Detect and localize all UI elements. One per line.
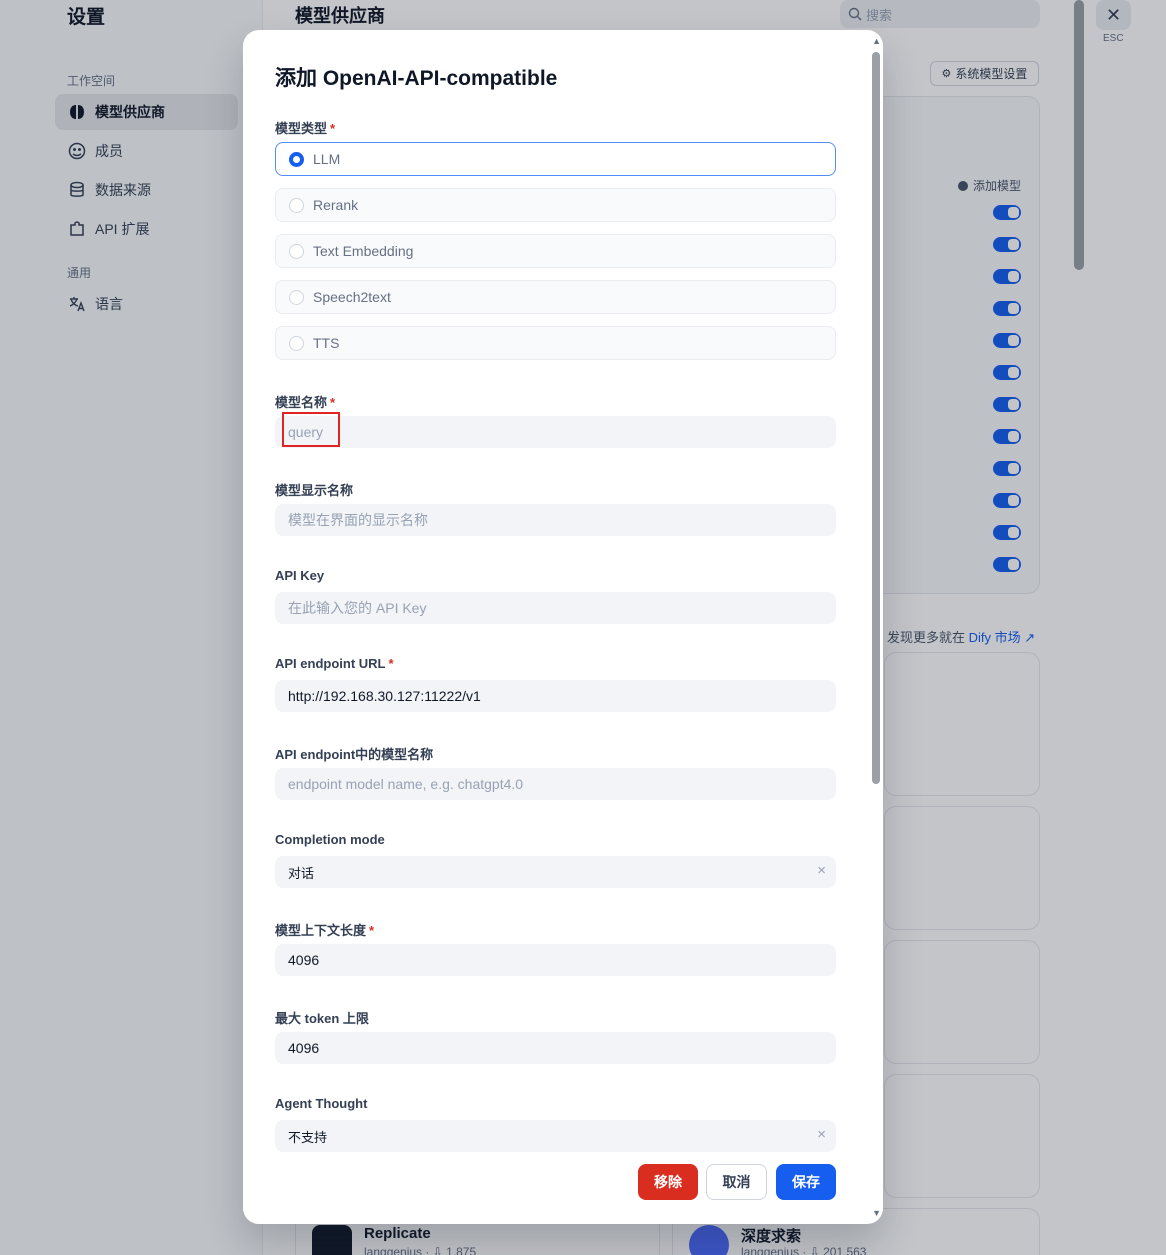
agent-thought-label: Agent Thought [275, 1096, 368, 1111]
radio-checked-icon [289, 151, 304, 167]
radio-unchecked-icon [289, 197, 304, 213]
context-length-label: 模型上下文长度 * [275, 923, 375, 938]
model-type-label: 模型类型 * [275, 121, 336, 136]
radio-rerank[interactable]: Rerank [275, 188, 836, 222]
display-name-input[interactable]: 模型在界面的显示名称 [275, 504, 836, 536]
completion-mode-select[interactable]: 对话 × [275, 856, 836, 888]
max-tokens-input[interactable]: 4096 [275, 1032, 836, 1064]
endpoint-url-label: API endpoint URL * [275, 656, 394, 671]
endpoint-url-input[interactable]: http://192.168.30.127:11222/v1 [275, 680, 836, 712]
radio-text-embedding[interactable]: Text Embedding [275, 234, 836, 268]
scroll-down-icon[interactable]: ▼ [872, 1208, 881, 1218]
cancel-button[interactable]: 取消 [706, 1164, 767, 1200]
api-key-input[interactable]: 在此输入您的 API Key [275, 592, 836, 624]
dialog-scrollbar[interactable]: ▲ ▼ [871, 30, 883, 1224]
radio-llm[interactable]: LLM [275, 142, 836, 176]
radio-unchecked-icon [289, 335, 304, 351]
annotation-highlight-box [282, 412, 340, 447]
scroll-up-icon[interactable]: ▲ [872, 36, 881, 46]
radio-unchecked-icon [289, 289, 304, 305]
clear-icon[interactable]: × [817, 862, 826, 879]
agent-thought-select[interactable]: 不支持 × [275, 1120, 836, 1152]
add-model-dialog: 添加 OpenAI-API-compatible 模型类型 * LLM Reran… [243, 30, 883, 1224]
completion-mode-label: Completion mode [275, 832, 385, 847]
endpoint-model-name-input[interactable]: endpoint model name, e.g. chatgpt4.0 [275, 768, 836, 800]
api-key-label: API Key [275, 568, 325, 583]
save-button[interactable]: 保存 [776, 1164, 836, 1200]
radio-unchecked-icon [289, 243, 304, 259]
dialog-scrollbar-thumb[interactable] [872, 52, 880, 784]
clear-icon[interactable]: × [817, 1126, 826, 1143]
model-name-label: 模型名称 * [275, 395, 336, 410]
remove-button[interactable]: 移除 [638, 1164, 698, 1200]
model-name-input[interactable]: query [275, 416, 836, 448]
max-tokens-label: 最大 token 上限 [275, 1011, 369, 1026]
endpoint-model-name-label: API endpoint中的模型名称 [275, 747, 434, 762]
context-length-input[interactable]: 4096 [275, 944, 836, 976]
display-name-label: 模型显示名称 [275, 483, 354, 498]
radio-tts[interactable]: TTS [275, 326, 836, 360]
radio-speech2text[interactable]: Speech2text [275, 280, 836, 314]
dialog-title: 添加 OpenAI-API-compatible [275, 67, 558, 90]
